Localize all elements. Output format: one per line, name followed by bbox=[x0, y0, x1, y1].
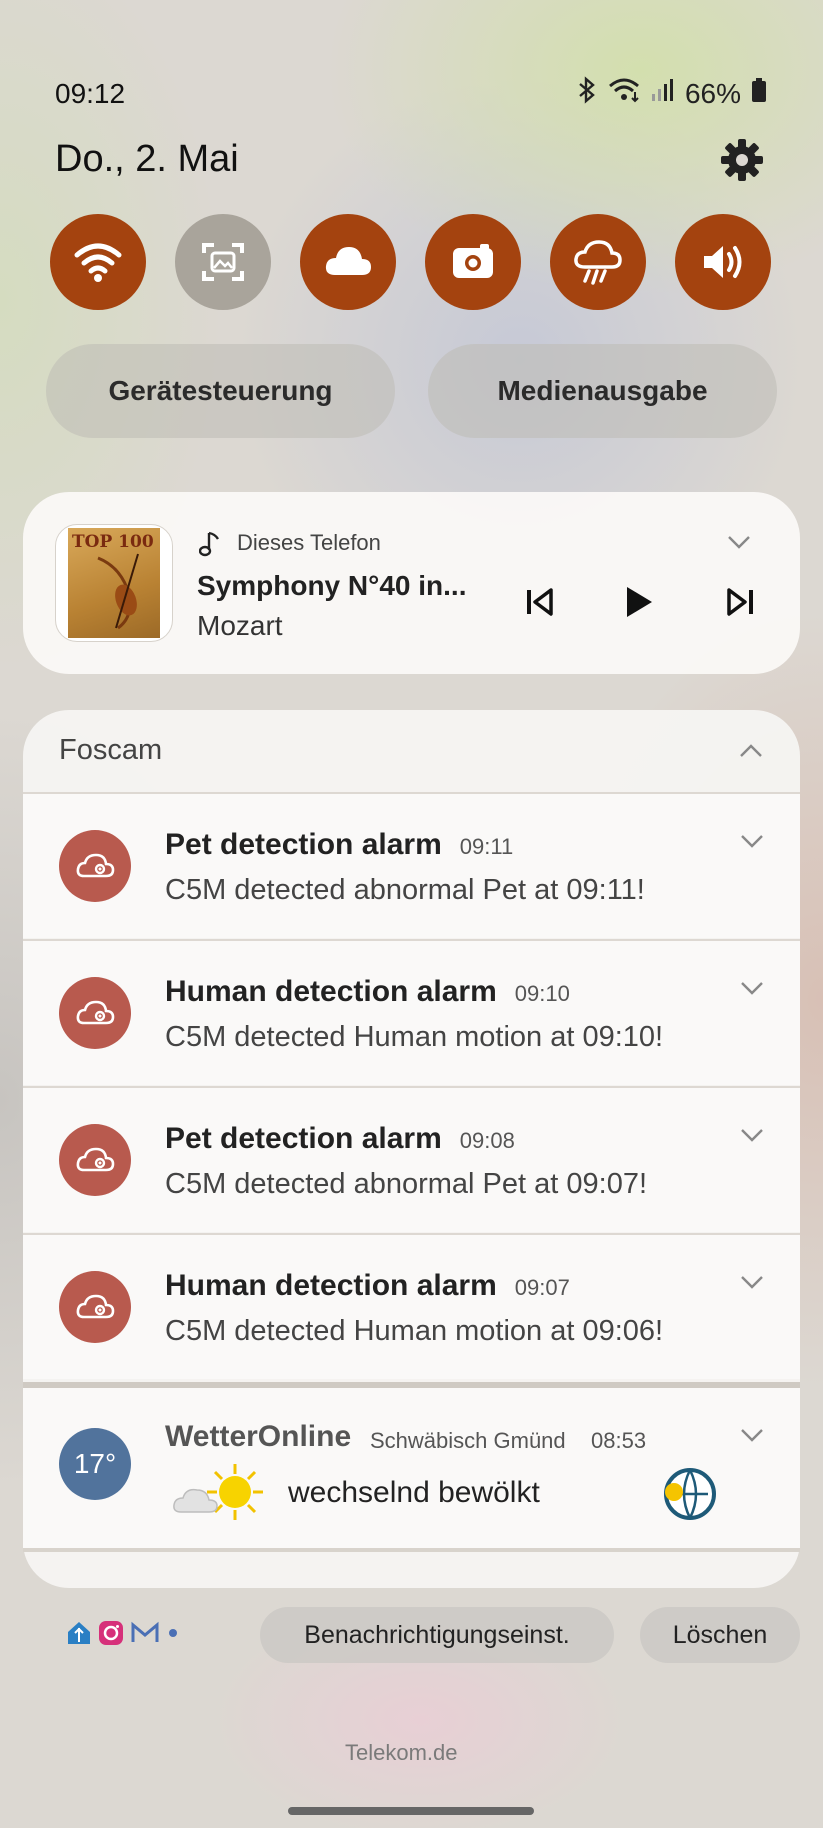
instagram-icon bbox=[99, 1621, 123, 1645]
skip-previous-icon bbox=[527, 588, 553, 616]
weather-toggle[interactable] bbox=[550, 214, 646, 310]
wifi-status-icon bbox=[607, 76, 641, 111]
notification-item[interactable]: Pet detection alarm 09:11 C5M detected ab… bbox=[23, 792, 800, 938]
notification-settings-button[interactable]: Benachrichtigungseinst. bbox=[260, 1607, 614, 1663]
battery-icon bbox=[751, 76, 767, 111]
cloud-camera-icon bbox=[76, 1294, 115, 1319]
foscam-app-icon bbox=[59, 977, 131, 1049]
expand-chevron-icon[interactable] bbox=[740, 1428, 764, 1442]
weather-time: 08:53 bbox=[591, 1428, 647, 1453]
notification-title: Human detection alarm bbox=[165, 1269, 497, 1302]
wifi-icon bbox=[74, 243, 122, 282]
cloud-toggle[interactable] bbox=[300, 214, 396, 310]
notification-time: 09:11 bbox=[459, 834, 514, 859]
foscam-app-icon bbox=[59, 1271, 131, 1343]
date-label: Do., 2. Mai bbox=[55, 138, 239, 180]
cloud-icon bbox=[325, 247, 371, 275]
carrier-label: Telekom.de bbox=[345, 1740, 458, 1765]
expand-chevron-icon[interactable] bbox=[740, 1128, 764, 1142]
notification-item[interactable]: Human detection alarm 09:10 C5M detected … bbox=[23, 939, 800, 1085]
camera-toggle[interactable] bbox=[425, 214, 521, 310]
rain-cloud-icon bbox=[574, 240, 622, 285]
sound-toggle[interactable] bbox=[675, 214, 771, 310]
notification-title: Human detection alarm bbox=[165, 975, 497, 1008]
status-icons: 66% bbox=[577, 76, 767, 111]
cloud-camera-icon bbox=[76, 853, 115, 878]
status-time: 09:12 bbox=[55, 78, 126, 109]
foscam-app-icon bbox=[59, 830, 131, 902]
media-title: Symphony N°40 in... bbox=[197, 570, 467, 601]
media-output-button[interactable]: Medienausgabe bbox=[428, 344, 777, 438]
media-source: Dieses Telefon bbox=[237, 530, 381, 555]
media-player-card[interactable]: TOP 100 Dieses Telefon Symphony N°40 in.… bbox=[23, 492, 800, 674]
expand-chevron-icon[interactable] bbox=[740, 834, 764, 848]
notification-time: 09:10 bbox=[514, 981, 570, 1006]
weather-notification[interactable]: 17° WetterOnline Schwäbisch Gmünd 08:53 … bbox=[23, 1382, 800, 1548]
collapse-chevron-icon[interactable] bbox=[739, 744, 763, 763]
weather-location: Schwäbisch Gmünd bbox=[370, 1428, 566, 1453]
music-note-icon bbox=[198, 530, 221, 563]
notification-item[interactable]: Human detection alarm 09:07 C5M detected … bbox=[23, 1233, 800, 1379]
battery-percent: 66% bbox=[684, 77, 741, 109]
expand-chevron-icon[interactable] bbox=[740, 1275, 764, 1289]
sound-icon bbox=[704, 246, 742, 278]
weather-app-name: WetterOnline bbox=[165, 1420, 352, 1453]
media-expand-chevron-icon[interactable] bbox=[727, 535, 751, 554]
screenshot-toggle[interactable] bbox=[175, 214, 271, 310]
settings-gear-icon[interactable] bbox=[718, 136, 766, 184]
foscam-app-icon bbox=[59, 1124, 131, 1196]
device-control-button[interactable]: Gerätesteuerung bbox=[46, 344, 395, 438]
wetteronline-logo-icon bbox=[658, 1464, 718, 1529]
clear-button[interactable]: Löschen bbox=[640, 1607, 800, 1663]
notification-title: Pet detection alarm bbox=[165, 1122, 442, 1155]
play-icon bbox=[627, 587, 652, 617]
notification-item[interactable]: Pet detection alarm 09:08 C5M detected ab… bbox=[23, 1086, 800, 1232]
home-indicator[interactable] bbox=[288, 1807, 534, 1815]
notification-time: 09:08 bbox=[459, 1128, 515, 1153]
notification-body: C5M detected abnormal Pet at 09:07! bbox=[165, 1168, 648, 1200]
album-cover-image: TOP 100 bbox=[68, 528, 160, 638]
hidden-app-icons[interactable] bbox=[66, 1620, 180, 1646]
notification-group: Foscam Pet detection alarm 09:11 C5M dete… bbox=[23, 710, 800, 1588]
home-app-icon bbox=[68, 1622, 90, 1644]
wifi-toggle[interactable] bbox=[50, 214, 146, 310]
previous-track-button[interactable] bbox=[523, 586, 555, 623]
notification-time: 09:07 bbox=[514, 1275, 570, 1300]
notification-body: C5M detected abnormal Pet at 09:11! bbox=[165, 874, 645, 906]
notification-body: C5M detected Human motion at 09:06! bbox=[165, 1315, 664, 1347]
screenshot-icon bbox=[202, 243, 244, 281]
sun-cloud-icon bbox=[173, 1460, 263, 1531]
album-art: TOP 100 bbox=[55, 524, 173, 642]
mail-app-icon bbox=[131, 1621, 159, 1642]
signal-icon bbox=[651, 76, 675, 111]
temperature-badge: 17° bbox=[59, 1428, 131, 1500]
bluetooth-icon bbox=[577, 76, 597, 111]
next-track-button[interactable] bbox=[725, 586, 757, 623]
divider bbox=[23, 1548, 800, 1552]
group-app-name: Foscam bbox=[59, 734, 163, 766]
notification-title: Pet detection alarm bbox=[165, 828, 442, 861]
notification-body: C5M detected Human motion at 09:10! bbox=[165, 1021, 664, 1053]
expand-chevron-icon[interactable] bbox=[740, 981, 764, 995]
cloud-camera-icon bbox=[76, 1000, 115, 1025]
media-artist: Mozart bbox=[197, 610, 283, 641]
camera-icon bbox=[453, 244, 493, 278]
weather-condition: wechselnd bewölkt bbox=[288, 1476, 540, 1509]
more-dot-icon bbox=[169, 1629, 177, 1637]
play-button[interactable] bbox=[623, 584, 655, 625]
cloud-camera-icon bbox=[76, 1147, 115, 1172]
skip-next-icon bbox=[727, 588, 753, 616]
